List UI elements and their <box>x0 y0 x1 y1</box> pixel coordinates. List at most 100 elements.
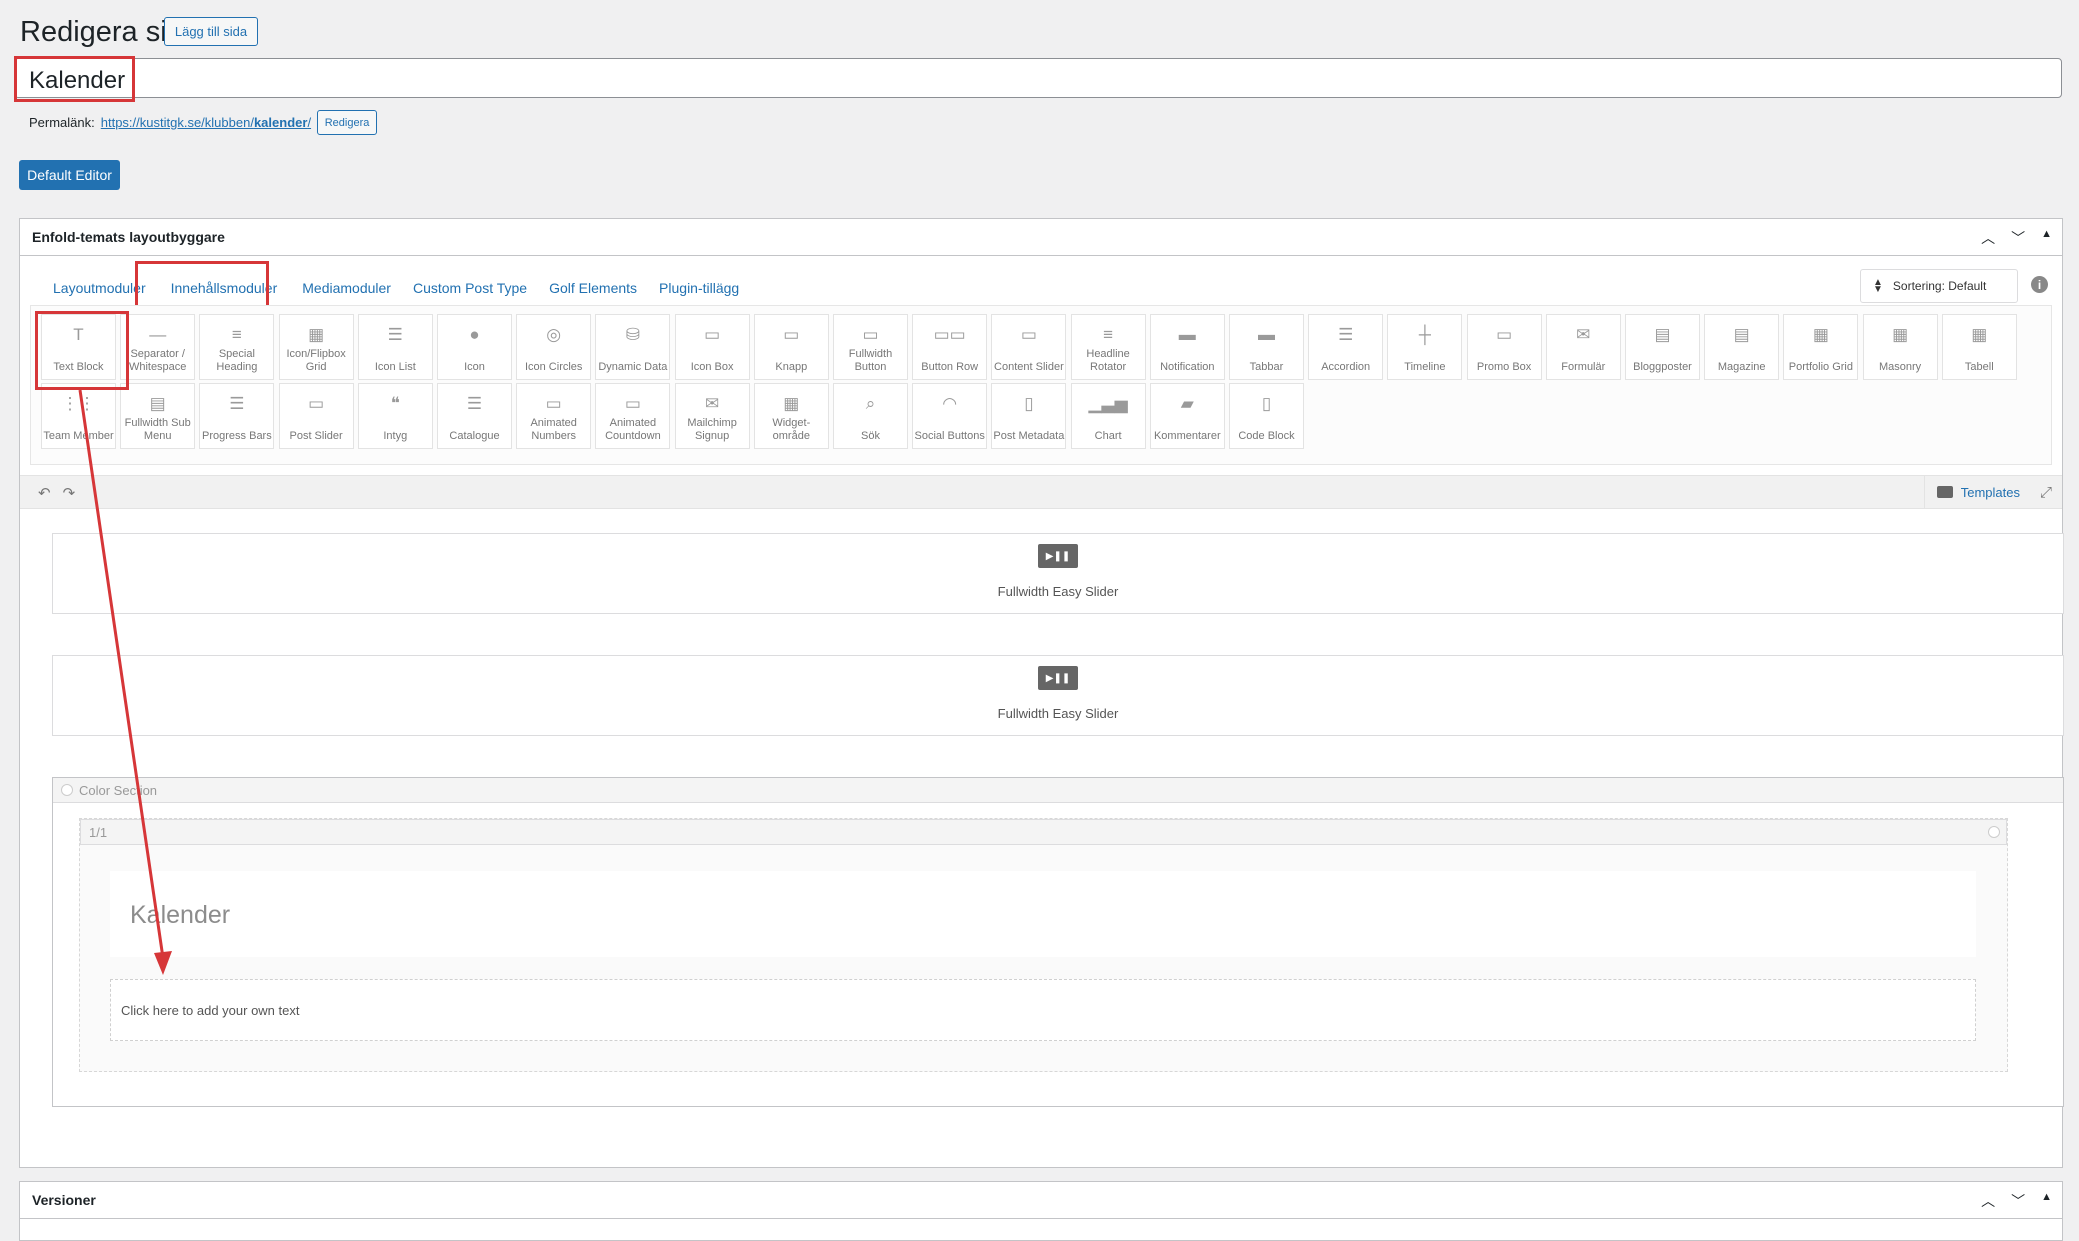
tab-innehallsmoduler[interactable]: Innehållsmoduler <box>157 277 292 299</box>
templates-button[interactable]: Templates <box>1923 476 2032 508</box>
module-tabbar[interactable]: ▬ Tabbar <box>1229 314 1304 380</box>
module-icon-flipbox-grid[interactable]: ▦ Icon/Flipbox Grid <box>278 314 354 380</box>
column-circle-icon[interactable] <box>1988 826 2000 838</box>
module-animated-countdown[interactable]: ▭ Animated Countdown <box>595 383 671 449</box>
fullwidth-easy-slider-1[interactable]: ▶❚❚ Fullwidth Easy Slider <box>52 533 2064 614</box>
module-text-block[interactable]: T Text Block <box>41 314 116 380</box>
database-icon: ⛁ <box>625 325 641 344</box>
module-dynamic-data[interactable]: ⛁ Dynamic Data <box>595 314 671 380</box>
color-section[interactable]: Color Section 1/1 Kalender Click here to… <box>52 777 2064 1107</box>
module-label: Text Block <box>53 361 104 373</box>
module-formulär[interactable]: ✉ Formulär <box>1545 314 1621 380</box>
versions-title: Versioner <box>32 1192 96 1208</box>
module-post-metadata[interactable]: ▯ Post Metadata <box>991 383 1067 449</box>
promo-icon: ▭ <box>1496 325 1513 344</box>
module-content-slider[interactable]: ▭ Content Slider <box>991 314 1067 380</box>
tab-layoutmoduler[interactable]: Layoutmoduler <box>42 277 157 299</box>
module-mailchimp-signup[interactable]: ✉ Mailchimp Signup <box>674 383 750 449</box>
module-fullwidth-sub-menu[interactable]: ▤ Fullwidth Sub Menu <box>120 383 196 449</box>
module-tabs: Layoutmoduler Innehållsmoduler Mediamodu… <box>42 277 750 299</box>
fullwidth-easy-slider-2[interactable]: ▶❚❚ Fullwidth Easy Slider <box>52 655 2064 736</box>
module-accordion[interactable]: ☰ Accordion <box>1308 314 1384 380</box>
module-social-buttons[interactable]: ◠ Social Buttons <box>912 383 988 449</box>
tab-mediamoduler[interactable]: Mediamoduler <box>291 277 402 299</box>
module-label: Icon Circles <box>524 361 583 373</box>
module-portfolio-grid[interactable]: ▦ Portfolio Grid <box>1783 314 1859 380</box>
text-block-placeholder[interactable]: Click here to add your own text <box>110 979 1976 1041</box>
default-editor-button[interactable]: Default Editor <box>19 160 120 190</box>
slider-play-pause-icon: ▶❚❚ <box>1038 666 1078 690</box>
tab-custom-post-type[interactable]: Custom Post Type <box>402 277 538 299</box>
module-timeline[interactable]: ┼ Timeline <box>1387 314 1463 380</box>
module-label: Timeline <box>1404 361 1446 373</box>
module-icon-circles[interactable]: ◎ Icon Circles <box>516 314 592 380</box>
module-separator-whitespace[interactable]: — Separator / Whitespace <box>120 314 196 380</box>
module-masonry[interactable]: ▦ Masonry <box>1862 314 1938 380</box>
chevron-down-icon[interactable]: ﹀ <box>2011 228 2025 248</box>
sort-select[interactable]: ▲ ▼ Sortering: Default <box>1860 269 2018 303</box>
tab-plugin-tillagg[interactable]: Plugin-tillägg <box>648 277 750 299</box>
slider-play-pause-icon: ▶❚❚ <box>1038 544 1078 568</box>
module-progress-bars[interactable]: ☰ Progress Bars <box>199 383 275 449</box>
module-label: Promo Box <box>1476 361 1532 373</box>
module-tabell[interactable]: ▦ Tabell <box>1941 314 2017 380</box>
chevron-up-icon[interactable]: ︿ <box>1981 228 1995 248</box>
module-label: Portfolio Grid <box>1788 361 1853 373</box>
toggle-triangle-icon[interactable]: ▲ <box>2041 228 2052 248</box>
module-notification[interactable]: ▬ Notification <box>1149 314 1225 380</box>
module-bloggposter[interactable]: ▤ Bloggposter <box>1625 314 1700 380</box>
numbers-icon: ▭ <box>545 394 562 413</box>
info-icon[interactable]: i <box>2031 276 2048 293</box>
module-icon[interactable]: ● Icon <box>437 314 512 380</box>
module-promo-box[interactable]: ▭ Promo Box <box>1466 314 1542 380</box>
module-post-slider[interactable]: ▭ Post Slider <box>278 383 354 449</box>
post-title-input[interactable]: Kalender <box>14 58 2062 98</box>
mail-icon: ✉ <box>704 394 720 413</box>
module-catalogue[interactable]: ☰ Catalogue <box>437 383 512 449</box>
color-section-circle-icon[interactable] <box>61 784 73 796</box>
grid-icon: ▦ <box>308 325 325 344</box>
module-code-block[interactable]: ▯ Code Block <box>1229 383 1304 449</box>
layout-builder-panel: Enfold-temats layoutbyggare ︿ ﹀ ▲ Layout… <box>19 218 2064 1168</box>
catalogue-icon: ☰ <box>466 394 483 413</box>
module-widget-område[interactable]: ▦ Widget-område <box>753 383 829 449</box>
module-chart[interactable]: ▁▃▅ Chart <box>1070 383 1146 449</box>
module-label: Kommentarer <box>1153 430 1221 442</box>
chevron-up-icon[interactable]: ︿ <box>1981 1191 1995 1211</box>
module-intyg[interactable]: ❝ Intyg <box>357 383 433 449</box>
module-animated-numbers[interactable]: ▭ Animated Numbers <box>516 383 592 449</box>
module-label: Separator / Whitespace <box>128 348 187 373</box>
module-fullwidth-button[interactable]: ▭ Fullwidth Button <box>833 314 908 380</box>
module-special-heading[interactable]: ≡ Special Heading <box>199 314 275 380</box>
special-heading-block[interactable]: Kalender <box>110 871 1976 957</box>
edit-permalink-button[interactable]: Redigera <box>317 110 378 135</box>
table-icon: ▦ <box>1971 325 1988 344</box>
module-headline-rotator[interactable]: ≡ Headline Rotator <box>1070 314 1146 380</box>
slider-label: Fullwidth Easy Slider <box>997 584 1119 599</box>
module-knapp[interactable]: ▭ Knapp <box>753 314 829 380</box>
column-one-full[interactable]: 1/1 Kalender Click here to add your own … <box>79 818 2008 1072</box>
button-icon: ▭ <box>862 325 879 344</box>
redo-icon[interactable]: ↷ <box>63 484 76 502</box>
module-icon-list[interactable]: ☰ Icon List <box>357 314 433 380</box>
permalink-row: Permalänk: https://kustitgk.se/klubben/k… <box>29 110 378 135</box>
module-label: Animated Countdown <box>605 417 661 442</box>
module-label: Team Member <box>43 430 114 442</box>
module-sök[interactable]: ⌕ Sök <box>833 383 908 449</box>
module-kommentarer[interactable]: ▰ Kommentarer <box>1149 383 1225 449</box>
add-page-button[interactable]: Lägg till sida <box>164 17 258 46</box>
module-label: Post Metadata <box>993 430 1065 442</box>
post-slider-icon: ▭ <box>308 394 325 413</box>
sort-arrows-icon: ▲ ▼ <box>1873 277 1883 295</box>
module-button-row[interactable]: ▭▭ Button Row <box>912 314 988 380</box>
module-magazine[interactable]: ▤ Magazine <box>1704 314 1780 380</box>
permalink-link[interactable]: https://kustitgk.se/klubben/kalender/ <box>101 115 311 130</box>
fullscreen-icon[interactable]: ⤢ <box>2040 484 2052 501</box>
undo-icon[interactable]: ↶ <box>38 484 51 502</box>
module-icon-box[interactable]: ▭ Icon Box <box>674 314 750 380</box>
module-team-member[interactable]: ⋮⋮ Team Member <box>41 383 116 449</box>
tab-golf-elements[interactable]: Golf Elements <box>538 277 648 299</box>
chevron-down-icon[interactable]: ﹀ <box>2011 1191 2025 1211</box>
toggle-triangle-icon[interactable]: ▲ <box>2041 1191 2052 1211</box>
rotator-icon: ≡ <box>1103 325 1114 344</box>
